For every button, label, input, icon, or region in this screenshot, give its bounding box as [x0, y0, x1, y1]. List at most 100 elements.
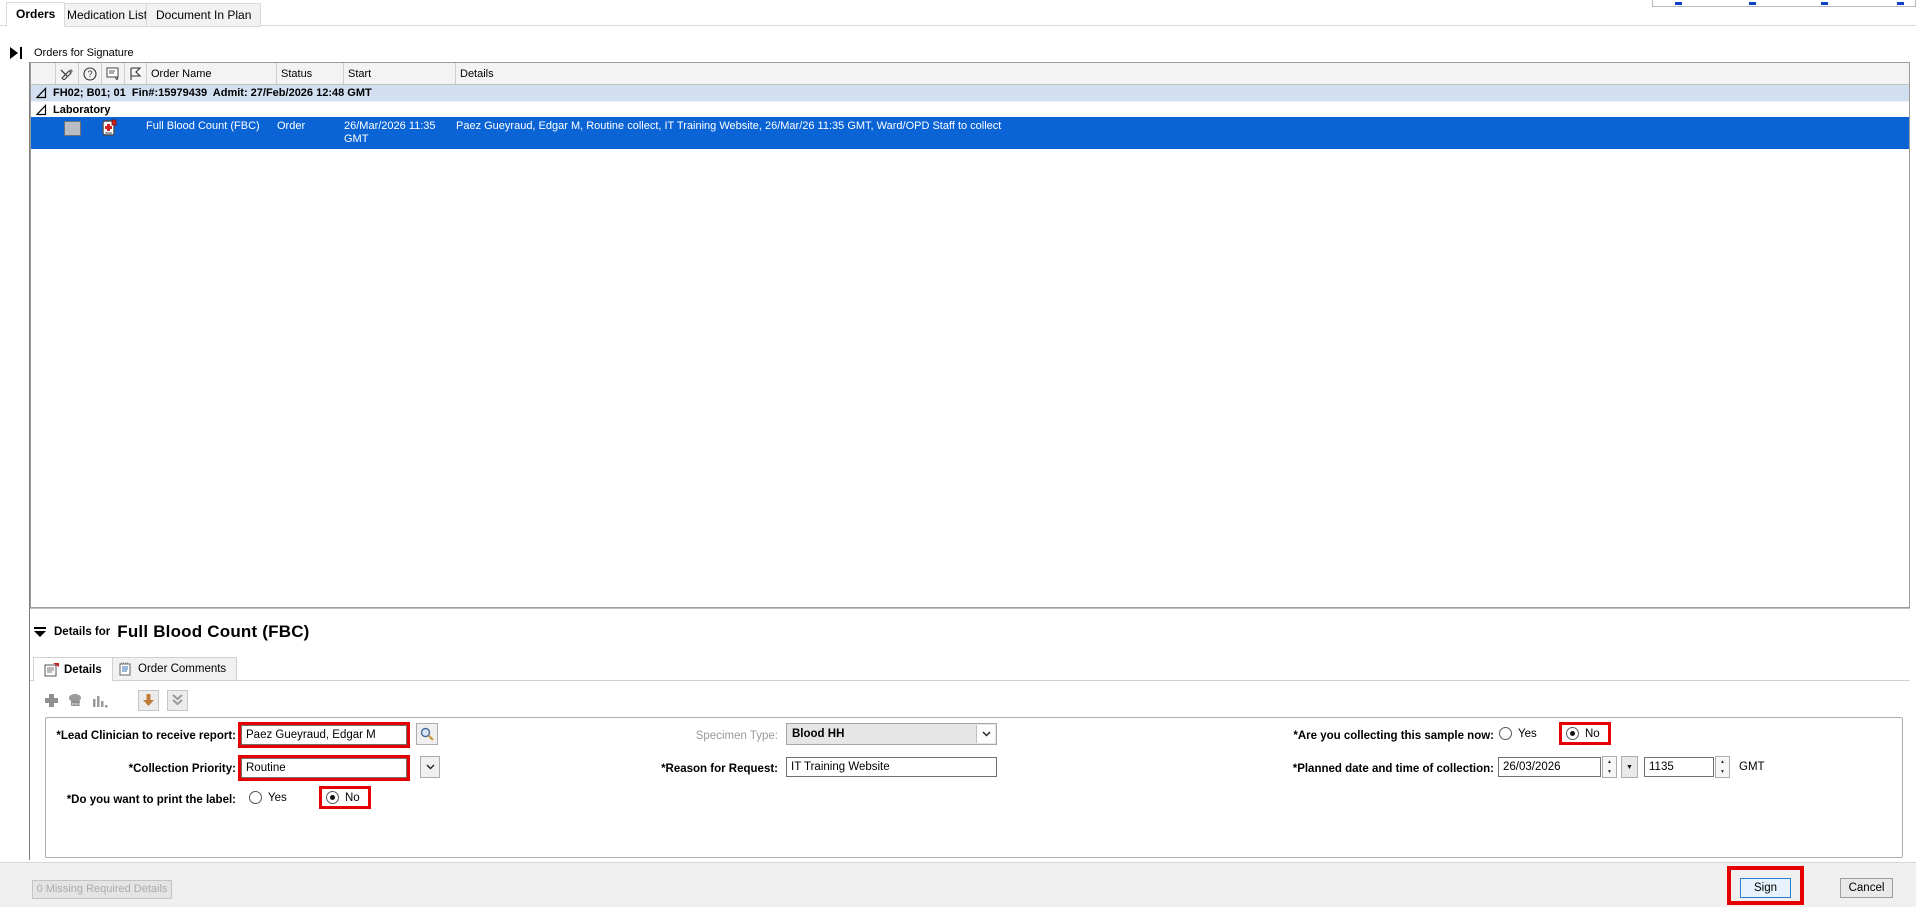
- tab-orders[interactable]: Orders: [6, 2, 65, 27]
- collecting-now-no-highlight: No: [1559, 722, 1611, 745]
- print-label-yes-option[interactable]: Yes: [249, 791, 287, 804]
- lead-clinician-required-highlight: [238, 722, 410, 748]
- header-blank-column: [31, 63, 56, 84]
- tab-document-in-plan[interactable]: Document In Plan: [146, 3, 261, 27]
- collecting-now-yes-radio[interactable]: [1499, 727, 1512, 740]
- print-label-no-label: No: [345, 792, 360, 804]
- planned-date-spinner[interactable]: ▲▼: [1602, 756, 1617, 778]
- tab-details-label: Details: [64, 664, 102, 676]
- planned-date-input[interactable]: [1498, 757, 1601, 777]
- orders-for-signature-title: Orders for Signature: [34, 47, 134, 59]
- order-comment-icon[interactable]: [102, 63, 125, 84]
- details-toolbar: [44, 688, 188, 712]
- details-order-name: Full Blood Count (FBC): [117, 622, 309, 642]
- orders-for-signature-header: Orders for Signature: [10, 45, 134, 61]
- collecting-now-no-label: No: [1585, 728, 1600, 740]
- orders-table: ? Order Name Status Start Details FH02; …: [30, 62, 1910, 608]
- svg-text:?: ?: [87, 69, 92, 79]
- lead-clinician-label: *Lead Clinician to receive report:: [46, 730, 236, 742]
- sign-pen-icon[interactable]: [56, 63, 79, 84]
- tab-document-in-plan-label: Document In Plan: [156, 8, 251, 22]
- specimen-type-label: Specimen Type:: [586, 730, 778, 742]
- print-label-no-highlight: No: [319, 786, 371, 809]
- column-start-label: Start: [348, 68, 371, 80]
- print-label-yes-radio[interactable]: [249, 791, 262, 804]
- order-start-cell: 26/Mar/2026 11:35 GMT: [344, 120, 456, 146]
- cancel-button[interactable]: Cancel: [1840, 878, 1893, 898]
- laboratory-group-row[interactable]: Laboratory: [31, 102, 1909, 117]
- tab-medication-list-label: Medication List: [67, 8, 147, 22]
- scroll-marker-icon[interactable]: [10, 47, 23, 59]
- planned-timezone-label: GMT: [1739, 761, 1765, 773]
- print-label-label: *Do you want to print the label:: [46, 794, 236, 806]
- tab-details[interactable]: Details: [33, 657, 113, 682]
- details-separator: [30, 608, 1910, 609]
- collecting-now-no-radio[interactable]: [1566, 727, 1579, 740]
- order-checkbox[interactable]: [64, 121, 81, 136]
- column-order-name[interactable]: Order Name: [147, 63, 277, 84]
- main-tabstrip: Orders Medication List Document In Plan: [0, 0, 1916, 26]
- question-icon[interactable]: ?: [79, 63, 102, 84]
- column-details-label: Details: [460, 68, 494, 80]
- collapse-triangle-icon[interactable]: [36, 87, 47, 99]
- order-details-form: *Lead Clinician to receive report: Speci…: [45, 717, 1903, 858]
- laboratory-group-label: Laboratory: [53, 104, 110, 116]
- reason-for-request-label: *Reason for Request:: [586, 763, 778, 775]
- planned-collection-label: *Planned date and time of collection:: [1216, 763, 1494, 775]
- collapse-section-icon[interactable]: [33, 627, 47, 638]
- column-status[interactable]: Status: [277, 63, 344, 84]
- collapse-all-details-button[interactable]: [167, 690, 188, 711]
- orders-signature-screen: Orders Medication List Document In Plan …: [0, 0, 1916, 907]
- missing-required-details-button: 0 Missing Required Details: [32, 880, 172, 899]
- tab-order-comments[interactable]: Order Comments: [107, 657, 237, 681]
- planned-time-input[interactable]: [1644, 757, 1714, 777]
- print-label-no-radio[interactable]: [326, 791, 339, 804]
- tab-medication-list[interactable]: Medication List: [57, 3, 157, 27]
- order-name-cell: Full Blood Count (FBC): [146, 120, 260, 133]
- clinician-search-button[interactable]: [416, 723, 438, 745]
- column-start[interactable]: Start: [344, 63, 456, 84]
- chart-icon[interactable]: [92, 693, 108, 708]
- clipped-toolbar-fragment: [1652, 0, 1916, 7]
- encounter-group-row[interactable]: FH02; B01; 01 Fin#:15979439 Admit: 27/Fe…: [31, 85, 1909, 102]
- specimen-collect-icon: [100, 119, 118, 137]
- column-status-label: Status: [281, 68, 312, 80]
- planned-date-calendar-button[interactable]: ▼: [1621, 756, 1638, 778]
- specimen-type-value: Blood HH: [792, 728, 844, 740]
- order-start-line1: 26/Mar/2026 11:35: [344, 120, 456, 133]
- tab-order-comments-label: Order Comments: [138, 663, 226, 675]
- sign-button[interactable]: Sign: [1740, 878, 1791, 898]
- column-order-name-label: Order Name: [151, 68, 212, 80]
- collection-priority-input[interactable]: [241, 758, 407, 778]
- order-status-cell: Order: [277, 120, 305, 133]
- orders-table-header: ? Order Name Status Start Details: [31, 63, 1909, 85]
- add-plus-icon[interactable]: [44, 693, 59, 708]
- flag-icon[interactable]: [125, 63, 147, 84]
- reason-for-request-input[interactable]: [786, 757, 997, 777]
- tab-orders-label: Orders: [16, 7, 55, 21]
- column-details[interactable]: Details: [456, 63, 1909, 84]
- details-form-icon: [44, 663, 59, 677]
- encounter-group-label: FH02; B01; 01 Fin#:15979439 Admit: 27/Fe…: [53, 87, 372, 99]
- planned-time-spinner[interactable]: ▲▼: [1715, 756, 1730, 778]
- offset-details-button[interactable]: [138, 690, 159, 711]
- order-row-fbc[interactable]: Full Blood Count (FBC) Order 26/Mar/2026…: [31, 117, 1909, 149]
- order-details-cell: Paez Gueyraud, Edgar M, Routine collect,…: [456, 120, 1901, 133]
- details-tabstrip: Details Order Comments: [30, 655, 1910, 681]
- details-for-label: Details for: [54, 626, 110, 638]
- collection-priority-dropdown-button[interactable]: [420, 756, 440, 778]
- dosage-icon[interactable]: [67, 693, 84, 708]
- collecting-now-label: *Are you collecting this sample now:: [1216, 730, 1494, 742]
- footer-bar: 0 Missing Required Details Sign Cancel: [0, 862, 1916, 907]
- order-start-line2: GMT: [344, 133, 456, 146]
- specimen-type-combo: Blood HH: [786, 723, 997, 745]
- collapse-triangle-icon[interactable]: [36, 104, 47, 116]
- collection-priority-required-highlight: [238, 755, 410, 781]
- print-label-yes-label: Yes: [268, 792, 287, 804]
- lead-clinician-input[interactable]: [241, 725, 407, 745]
- collection-priority-label: *Collection Priority:: [46, 763, 236, 775]
- specimen-type-dropdown-icon[interactable]: [976, 725, 995, 743]
- collecting-now-yes-option[interactable]: Yes: [1499, 727, 1537, 740]
- collecting-now-yes-label: Yes: [1518, 728, 1537, 740]
- details-header: Details for Full Blood Count (FBC): [33, 619, 310, 645]
